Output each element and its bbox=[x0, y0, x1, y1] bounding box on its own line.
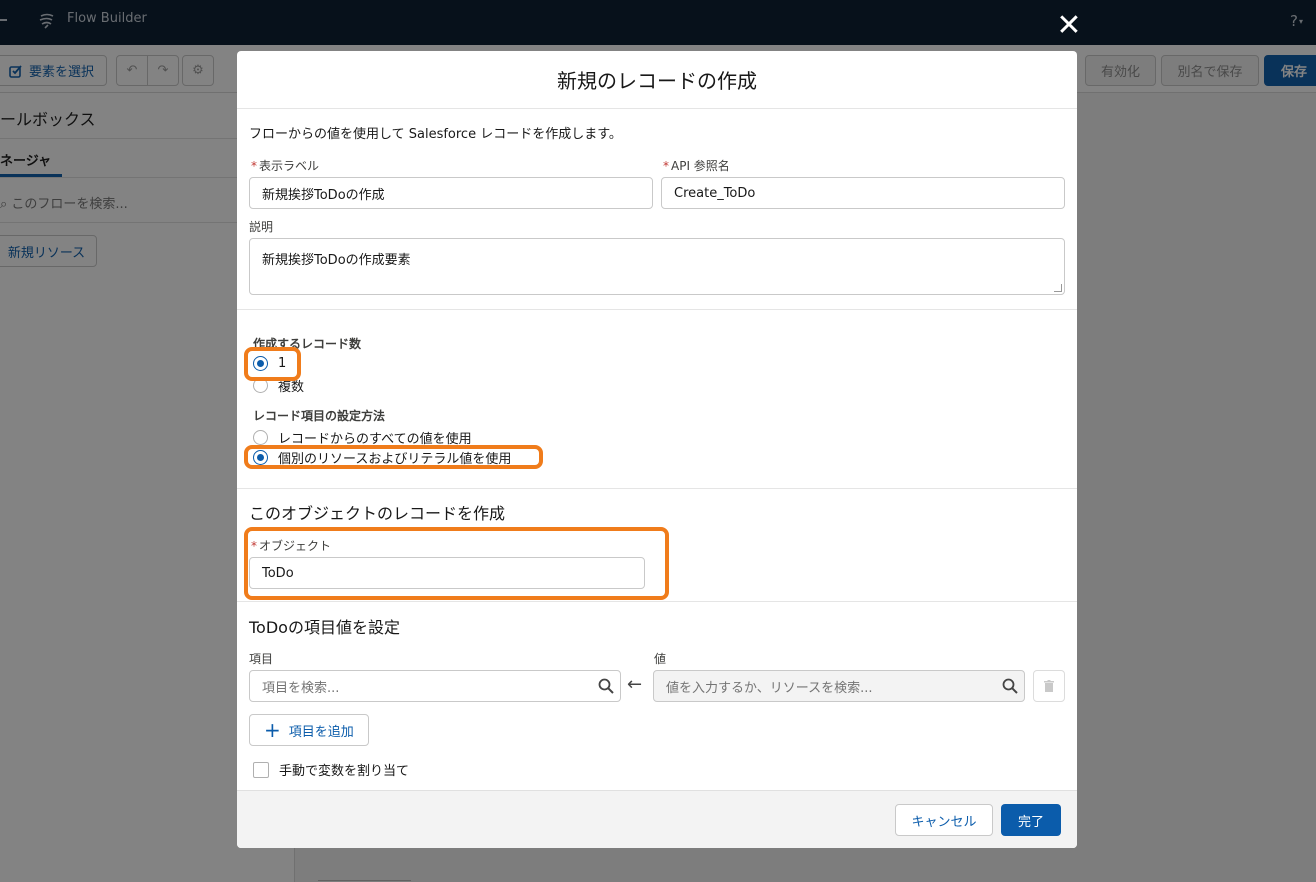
value-search-input[interactable]: 値を入力するか、リソースを検索... bbox=[653, 670, 1025, 702]
description-textarea[interactable]: 新規挨拶ToDoの作成要素 bbox=[249, 238, 1065, 295]
required-icon: * bbox=[251, 159, 257, 173]
value-search-placeholder: 値を入力するか、リソースを検索... bbox=[666, 680, 873, 696]
arrow-left-icon: ← bbox=[627, 674, 643, 695]
modal-footer: キャンセル 完了 bbox=[237, 790, 1077, 848]
search-icon bbox=[1002, 678, 1018, 694]
divider bbox=[237, 601, 1077, 602]
description-value: 新規挨拶ToDoの作成要素 bbox=[262, 253, 411, 268]
highlight-annotation bbox=[244, 347, 301, 381]
close-icon[interactable]: ✕ bbox=[1055, 11, 1083, 41]
cancel-button[interactable]: キャンセル bbox=[895, 804, 993, 836]
manual-assign-label: 手動で変数を割り当て bbox=[279, 764, 410, 779]
field-column-header: 項目 bbox=[249, 652, 274, 666]
search-icon bbox=[598, 678, 614, 694]
label-field-label-text: 表示ラベル bbox=[259, 159, 320, 173]
label-input[interactable]: 新規挨拶ToDoの作成 bbox=[249, 177, 653, 209]
done-button[interactable]: 完了 bbox=[1001, 804, 1061, 836]
api-name-input[interactable]: Create_ToDo bbox=[661, 177, 1065, 209]
delete-row-button[interactable] bbox=[1033, 670, 1065, 702]
add-field-button[interactable]: + 項目を追加 bbox=[249, 714, 369, 746]
plus-icon: + bbox=[264, 718, 281, 742]
modal-description: フローからの値を使用して Salesforce レコードを作成します。 bbox=[249, 127, 622, 142]
create-record-modal: 新規のレコードの作成 フローからの値を使用して Salesforce レコードを… bbox=[237, 51, 1077, 848]
description-label: 説明 bbox=[249, 220, 274, 234]
api-name-label-text: API 参照名 bbox=[671, 159, 730, 173]
radio-icon bbox=[253, 430, 268, 445]
add-field-label: 項目を追加 bbox=[288, 724, 354, 740]
resize-handle-icon[interactable] bbox=[1054, 284, 1062, 292]
api-name-label: * API 参照名 bbox=[663, 157, 730, 174]
trash-icon bbox=[1044, 680, 1054, 692]
modal-title: 新規のレコードの作成 bbox=[237, 51, 1077, 109]
field-search-placeholder: 項目を検索... bbox=[262, 680, 340, 696]
field-search-input[interactable]: 項目を検索... bbox=[249, 670, 621, 702]
divider bbox=[237, 309, 1077, 310]
field-values-section-title: ToDoの項目値を設定 bbox=[249, 618, 400, 637]
field-setting-method-label: レコード項目の設定方法 bbox=[253, 409, 386, 423]
divider bbox=[237, 488, 1077, 489]
label-field-label: * 表示ラベル bbox=[251, 157, 319, 174]
highlight-annotation bbox=[244, 445, 543, 469]
required-icon: * bbox=[663, 159, 669, 173]
highlight-annotation bbox=[244, 527, 669, 600]
manual-assign-checkbox[interactable]: 手動で変数を割り当て bbox=[253, 760, 409, 779]
value-column-header: 値 bbox=[654, 652, 667, 666]
checkbox-icon bbox=[253, 761, 269, 778]
object-section-title: このオブジェクトのレコードを作成 bbox=[249, 504, 506, 523]
